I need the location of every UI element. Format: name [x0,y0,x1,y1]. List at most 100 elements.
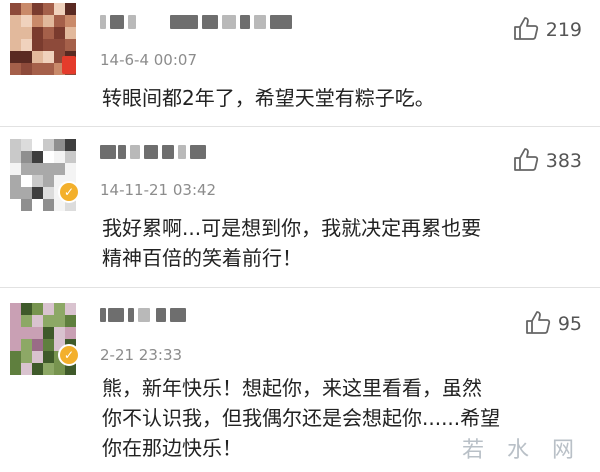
avatar-pixel [10,303,21,315]
avatar-pixel [32,327,43,339]
blurred-name-fragment [156,308,166,322]
avatar-pixel [65,139,76,151]
avatar-pixel [43,15,54,27]
avatar-pixel [10,3,21,15]
blurred-name-fragment [118,145,126,159]
comment-text: 我好累啊...可是想到你，我就决定再累也要 精神百倍的笑着前行！ [102,213,572,273]
avatar-pixel [10,15,21,27]
avatar-pixel [43,339,54,351]
blurred-name-fragment [128,15,136,29]
avatar-pixel [21,187,32,199]
like-button[interactable]: 95 [524,308,582,340]
comment-timestamp: 2-21 23:33 [100,346,183,364]
blurred-name-fragment [144,145,158,159]
verified-badge-icon: ✓ [58,181,80,203]
avatar-pixel [10,199,21,211]
avatar-pixel [43,327,54,339]
avatar-pixel [32,151,43,163]
avatar-pixel [54,315,65,327]
avatar-pixel [21,139,32,151]
comment-item: 14-6-4 00:07 转眼间都2年了，希望天堂有粽子吃。 219 [0,0,600,126]
comment-text: 转眼间都2年了，希望天堂有粽子吃。 [102,83,572,113]
avatar-pixel [32,39,43,51]
comment-timestamp: 14-6-4 00:07 [100,51,197,69]
verified-badge-icon: ✓ [58,344,80,366]
blurred-name-fragment [270,15,292,29]
avatar-pixel [43,199,54,211]
avatar-pixel [43,315,54,327]
blurred-name-fragment [162,145,174,159]
avatar-pixel [10,39,21,51]
comment-text-line: 我好累啊...可是想到你，我就决定再累也要 [102,216,482,240]
comment-timestamp: 14-11-21 03:42 [100,181,217,199]
avatar-pixel [43,303,54,315]
avatar-pixel [10,315,21,327]
avatar-pixel [54,327,65,339]
username-blurred[interactable] [100,12,320,32]
avatar-pixel [65,327,76,339]
avatar-pixel [65,27,76,39]
avatar-pixel [10,363,21,375]
avatar-pixel [32,339,43,351]
avatar-pixel [10,151,21,163]
blurred-name-fragment [170,308,186,322]
avatar-pixel [21,27,32,39]
avatar-pixel [43,51,54,63]
avatar-pixel [43,3,54,15]
username-blurred[interactable] [100,305,320,325]
username-blurred[interactable] [100,142,320,162]
thumbs-up-icon [524,308,552,340]
comment-text-line: 你不认识我，但我偶尔还是会想起你......希望 [102,406,501,430]
avatar-pixel [54,151,65,163]
avatar-pixel [43,63,54,75]
site-watermark: 若 水 网 [462,438,582,463]
avatar-pixel [21,15,32,27]
like-count: 95 [557,313,582,335]
member-badge [62,56,76,74]
avatar-pixel [10,51,21,63]
like-count: 383 [545,150,582,172]
avatar-pixel [32,187,43,199]
avatar-pixel [32,315,43,327]
blurred-name-fragment [130,145,140,159]
avatar-pixel [32,63,43,75]
avatar-pixel [54,163,65,175]
avatar-pixel [54,139,65,151]
avatar-pixel [21,51,32,63]
avatar-pixel [21,151,32,163]
avatar-pixel [10,339,21,351]
comment-text-line: 熊，新年快乐！想起你，来这里看看，虽然 [102,376,482,400]
avatar-pixel [43,175,54,187]
avatar-pixel [21,3,32,15]
avatar-pixel [65,303,76,315]
avatar-pixel [43,27,54,39]
comment-item: ✓ 14-11-21 03:42 我好累啊...可是想到你，我就决定再累也要 精… [0,127,600,287]
comment-text-line: 转眼间都2年了，希望天堂有粽子吃。 [102,86,435,110]
blurred-name-fragment [240,15,250,29]
avatar-pixel [10,175,21,187]
avatar-pixel [32,51,43,63]
avatar-pixel [43,139,54,151]
avatar-pixel [10,27,21,39]
like-button[interactable]: 219 [512,14,582,46]
avatar-pixel [21,199,32,211]
blurred-name-fragment [254,15,266,29]
comment-text-line: 精神百倍的笑着前行！ [102,246,302,270]
avatar-pixel [21,63,32,75]
avatar-pixel [21,163,32,175]
blurred-name-fragment [202,15,218,29]
avatar-pixel [32,303,43,315]
blurred-name-fragment [190,145,206,159]
avatar-pixel [21,351,32,363]
avatar-pixel [32,351,43,363]
blurred-name-fragment [100,15,106,29]
avatar-pixel [21,327,32,339]
avatar-pixel [21,39,32,51]
avatar-pixel [21,175,32,187]
like-button[interactable]: 383 [512,145,582,177]
avatar-pixel [43,363,54,375]
avatar-pixel [10,327,21,339]
blurred-name-fragment [100,145,116,159]
avatar-pixel [10,63,21,75]
avatar-pixel [10,139,21,151]
